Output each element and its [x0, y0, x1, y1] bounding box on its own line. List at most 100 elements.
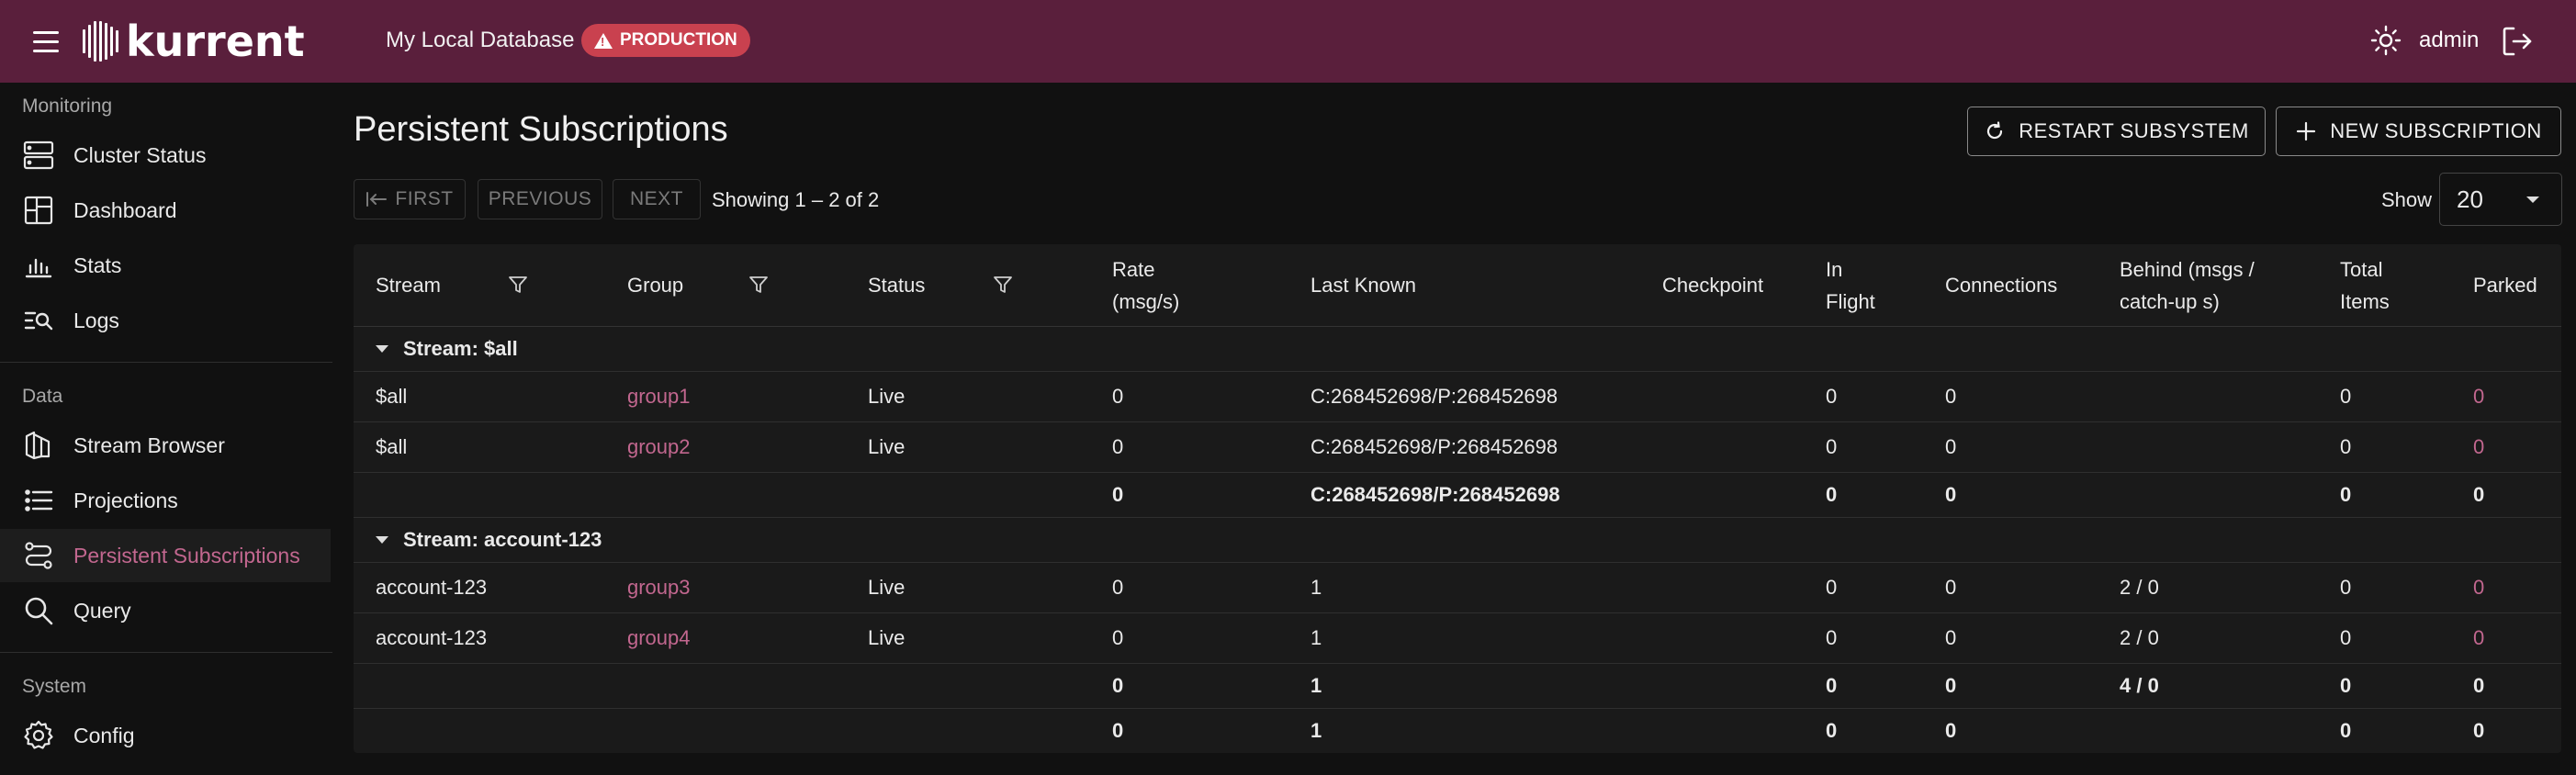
- cell-connections: 0: [1945, 626, 1957, 649]
- warning-icon: [594, 32, 613, 49]
- dashboard-icon: [24, 196, 53, 225]
- previous-page-button[interactable]: PREVIOUS: [478, 179, 602, 219]
- cell-stream: $all: [376, 435, 408, 458]
- sidebar-section-system: System: [22, 676, 87, 697]
- sidebar-item-dashboard[interactable]: Dashboard: [0, 184, 332, 237]
- sidebar-item-label: Persistent Subscriptions: [73, 543, 300, 567]
- cell-in-flight: 0: [1826, 576, 1838, 599]
- total-rate: 0: [1112, 719, 1124, 742]
- sidebar-item-query[interactable]: Query: [0, 584, 332, 637]
- sidebar-item-label: Cluster Status: [73, 142, 207, 167]
- previous-page-label: PREVIOUS: [488, 188, 592, 209]
- sun-icon[interactable]: [2369, 24, 2402, 57]
- subtotal-total-items: 0: [2340, 483, 2352, 506]
- sidebar-section-monitoring: Monitoring: [22, 95, 113, 117]
- sidebar-item-stream-browser[interactable]: Stream Browser: [0, 419, 332, 472]
- cell-last-known: 1: [1310, 626, 1322, 649]
- cell-connections: 0: [1945, 435, 1957, 458]
- total-in-flight: 0: [1826, 719, 1838, 742]
- subtotal-connections: 0: [1945, 674, 1957, 697]
- stream-group-title-text: Stream: account-123: [403, 528, 602, 551]
- chevron-down-icon: [2526, 197, 2539, 203]
- table-row: account-123 group4 Live 0 1 0 0 2 / 0 0 …: [354, 613, 2561, 664]
- total-last-known: 1: [1310, 719, 1322, 742]
- col-header-rate: Rate (msg/s): [1112, 244, 1179, 327]
- sidebar-item-label: Config: [73, 723, 135, 747]
- cell-group-link[interactable]: group2: [627, 422, 691, 472]
- stream-group-header[interactable]: Stream: account-123: [354, 518, 2561, 563]
- first-page-label: FIRST: [395, 188, 454, 209]
- cell-total-items: 0: [2340, 576, 2352, 599]
- next-page-button[interactable]: NEXT: [613, 179, 701, 219]
- first-page-button[interactable]: FIRST: [354, 179, 466, 219]
- filter-icon[interactable]: [748, 275, 769, 295]
- gear-icon: [24, 720, 53, 749]
- restart-subsystem-button[interactable]: RESTART SUBSYSTEM: [1967, 107, 2266, 156]
- total-total-items: 0: [2340, 719, 2352, 742]
- menu-icon[interactable]: [33, 25, 66, 58]
- sidebar-item-persistent-subscriptions[interactable]: Persistent Subscriptions: [0, 529, 331, 582]
- cell-status: Live: [868, 435, 906, 458]
- subtotal-row: 0 1 0 0 4 / 0 0 0: [354, 664, 2561, 709]
- subtotal-behind: 4 / 0: [2120, 674, 2159, 697]
- chevron-down-icon: [376, 345, 388, 353]
- user-name[interactable]: admin: [2419, 28, 2479, 53]
- cell-in-flight: 0: [1826, 626, 1838, 649]
- cell-behind: 2 / 0: [2120, 576, 2159, 599]
- restart-icon: [1987, 121, 2003, 140]
- cell-rate: 0: [1112, 435, 1124, 458]
- cell-stream: account-123: [376, 626, 488, 649]
- col-header-total-line1: Total: [2340, 257, 2383, 281]
- subtotal-rate: 0: [1112, 483, 1124, 506]
- cell-total-items: 0: [2340, 385, 2352, 408]
- table-row: $all group2 Live 0 C:268452698/P:2684526…: [354, 422, 2561, 473]
- sidebar-item-stats[interactable]: Stats: [0, 239, 332, 292]
- sidebar-item-label: Query: [73, 598, 131, 623]
- stream-group-title-text: Stream: $all: [403, 337, 518, 360]
- sidebar-item-logs[interactable]: Logs: [0, 294, 332, 347]
- cell-group-link[interactable]: group3: [627, 563, 691, 612]
- sidebar-item-config[interactable]: Config: [0, 709, 332, 762]
- col-header-rate-line2: (msg/s): [1112, 290, 1180, 313]
- subtotal-total-items: 0: [2340, 674, 2352, 697]
- subtotal-last-known: C:268452698/P:268452698: [1310, 483, 1560, 506]
- restart-subsystem-label: RESTART SUBSYSTEM: [2019, 119, 2249, 142]
- logout-icon[interactable]: [2500, 24, 2535, 59]
- sidebar-item-cluster-status[interactable]: Cluster Status: [0, 129, 332, 182]
- cell-status: Live: [868, 576, 906, 599]
- subtotal-in-flight: 0: [1826, 674, 1838, 697]
- sidebar-item-label: Logs: [73, 308, 119, 332]
- cell-status: Live: [868, 626, 906, 649]
- page-size-label: Show: [2381, 188, 2433, 211]
- total-parked: 0: [2473, 719, 2485, 742]
- col-header-behind: Behind (msgs / catch-up s): [2120, 244, 2255, 327]
- cell-group-link[interactable]: group4: [627, 613, 691, 663]
- cell-parked-link[interactable]: 0: [2473, 613, 2484, 663]
- logo[interactable]: kurrent: [83, 18, 305, 64]
- stream-group-title: Stream: $all: [376, 327, 518, 371]
- col-header-behind-line2: catch-up s): [2120, 290, 2220, 313]
- logo-mark-icon: [83, 21, 118, 62]
- col-header-connections: Connections: [1945, 274, 2058, 298]
- environment-badge-label: PRODUCTION: [620, 30, 737, 50]
- page-size-select[interactable]: 20: [2439, 173, 2562, 226]
- cell-parked-link[interactable]: 0: [2473, 372, 2484, 421]
- cell-parked-link[interactable]: 0: [2473, 563, 2484, 612]
- col-header-in-flight: In Flight: [1826, 244, 1875, 327]
- col-header-stream: Stream: [376, 274, 441, 298]
- cell-parked-link[interactable]: 0: [2473, 422, 2484, 472]
- new-subscription-button[interactable]: NEW SUBSCRIPTION: [2276, 107, 2561, 156]
- sidebar-item-projections[interactable]: Projections: [0, 474, 332, 527]
- subtotal-parked: 0: [2473, 674, 2485, 697]
- search-list-icon: [24, 311, 53, 331]
- cell-group-link[interactable]: group1: [627, 372, 691, 421]
- filter-icon[interactable]: [508, 275, 528, 295]
- col-header-behind-line1: Behind (msgs /: [2120, 257, 2255, 281]
- stream-group-header[interactable]: Stream: $all: [354, 327, 2561, 372]
- col-header-in-flight-line1: In: [1826, 257, 1843, 281]
- cell-rate: 0: [1112, 385, 1124, 408]
- filter-icon[interactable]: [993, 275, 1013, 295]
- subscriptions-table: Stream Group Status Rate (msg/s) Last Kn…: [354, 244, 2561, 753]
- col-header-parked: Parked: [2473, 274, 2537, 298]
- cell-last-known: 1: [1310, 576, 1322, 599]
